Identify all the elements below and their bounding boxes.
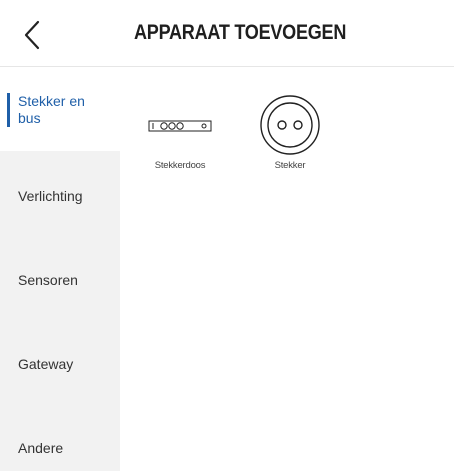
- wall-socket-icon: [260, 95, 320, 155]
- category-sidebar: Stekker en bus Verlichting Sensoren Gate…: [0, 67, 120, 471]
- sidebar-item-label: Verlichting: [18, 188, 83, 204]
- device-label: Stekker: [274, 160, 306, 171]
- device-stekkerdoos[interactable]: Stekkerdoos: [140, 66, 220, 176]
- sidebar-item-stekker-en-bus[interactable]: Stekker en bus: [0, 67, 120, 151]
- sidebar-item-gateway[interactable]: Gateway: [0, 319, 120, 403]
- sidebar-item-label: Andere: [18, 440, 64, 456]
- sidebar-item-label: Gateway: [18, 356, 74, 372]
- sidebar-item-label: Sensoren: [18, 272, 78, 288]
- active-indicator: [7, 93, 10, 127]
- device-stekker[interactable]: Stekker: [250, 66, 330, 176]
- app-header: APPARAAT TOEVOEGEN: [0, 0, 454, 67]
- sidebar-item-sensoren[interactable]: Sensoren: [0, 235, 120, 319]
- sidebar-item-label: Stekker en bus: [18, 93, 85, 126]
- power-strip-icon: [148, 120, 212, 132]
- device-label: Stekkerdoos: [154, 160, 206, 171]
- sidebar-item-andere[interactable]: Andere: [0, 403, 120, 471]
- back-button[interactable]: [18, 18, 48, 52]
- page-title: APPARAAT TOEVOEGEN: [134, 21, 347, 44]
- chevron-left-icon: [24, 20, 40, 50]
- sidebar-item-verlichting[interactable]: Verlichting: [0, 151, 120, 235]
